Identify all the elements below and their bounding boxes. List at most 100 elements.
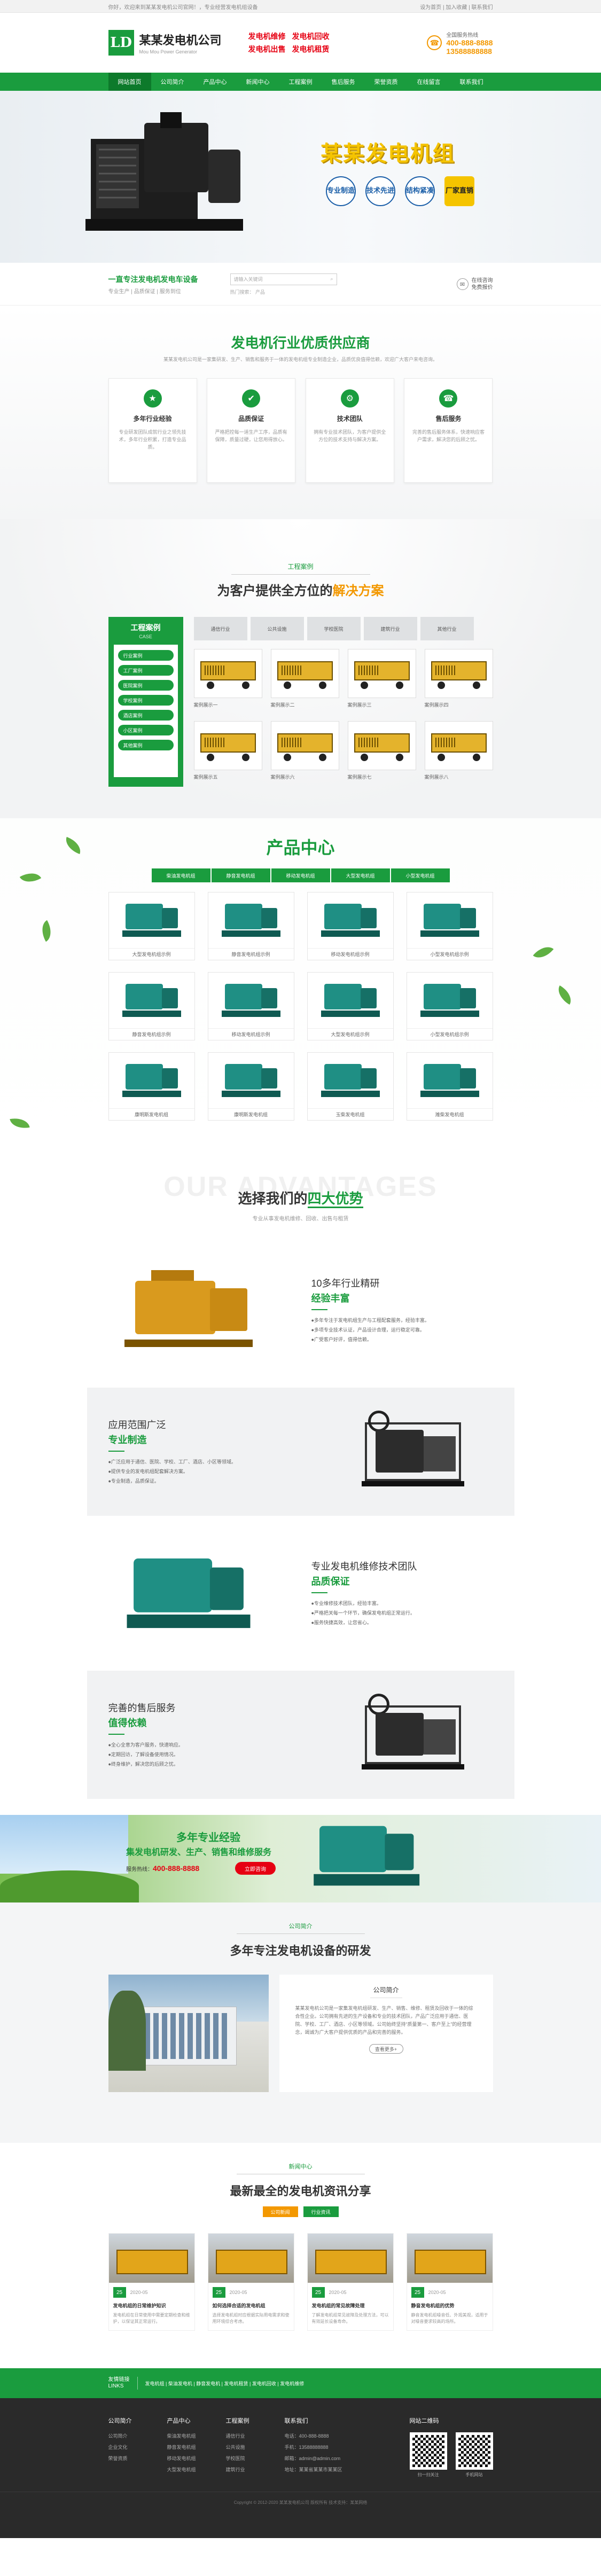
- case-item[interactable]: 案例展示八: [424, 721, 493, 780]
- product-card[interactable]: 小型发电机组示例: [406, 892, 493, 960]
- product-card[interactable]: 潍柴发电机组: [406, 1052, 493, 1121]
- product-name: 静音发电机组示例: [208, 948, 294, 960]
- nav-item[interactable]: 工程案例: [279, 73, 322, 91]
- nav-item[interactable]: 售后服务: [322, 73, 365, 91]
- product-card[interactable]: 小型发电机组示例: [406, 972, 493, 1040]
- logo[interactable]: LD: [108, 30, 134, 56]
- leaf-decoration: [533, 941, 554, 964]
- search-input[interactable]: 请输入关键词 ⌕: [230, 273, 337, 285]
- news-desc: 发电机组在日常使用中需要定期检查和维护，以保证其正常运行。: [113, 2313, 190, 2324]
- case-item[interactable]: 案例展示三: [347, 649, 416, 708]
- footer-link[interactable]: 公共设施: [226, 2444, 285, 2450]
- case-item[interactable]: 案例展示一: [193, 649, 262, 708]
- search-icon[interactable]: ⌕: [330, 276, 333, 282]
- nav-item[interactable]: 新闻中心: [237, 73, 279, 91]
- case-tab[interactable]: 通信行业: [193, 617, 247, 640]
- news-card[interactable]: 25 2020-05 如何选择合适的发电机组 选择发电机组时应根据实际用电需求和使用环…: [207, 2233, 294, 2331]
- sidebar-item[interactable]: 其他案例: [118, 740, 174, 750]
- case-item[interactable]: 案例展示五: [193, 721, 262, 780]
- footer-link[interactable]: 通信行业: [226, 2432, 285, 2439]
- product-card[interactable]: 移动发电机组示例: [207, 972, 294, 1040]
- product-image: [407, 892, 493, 948]
- sidebar-item[interactable]: 工厂案例: [118, 665, 174, 676]
- nav-item[interactable]: 荣誉资质: [365, 73, 408, 91]
- promo-banner: 多年专业经验 集发电机研发、生产、销售和维修服务 服务热线：400-888-88…: [0, 1815, 601, 1902]
- product-tab[interactable]: 移动发电机组: [271, 868, 330, 882]
- search-strip: 一直专注发电机发电车设备 专业生产 | 品质保证 | 服务到位 请输入关键词 ⌕…: [0, 263, 601, 306]
- footer-link[interactable]: 柴油发电机组: [167, 2432, 226, 2439]
- case-item[interactable]: 案例展示四: [424, 649, 493, 708]
- case-image: [193, 649, 262, 698]
- footer-link[interactable]: 移动发电机组: [167, 2455, 226, 2462]
- hotline-label: 全国服务热线: [446, 32, 479, 38]
- footer-link[interactable]: 建筑行业: [226, 2466, 285, 2473]
- case-item[interactable]: 案例展示六: [270, 721, 339, 780]
- product-tab[interactable]: 大型发电机组: [331, 868, 390, 882]
- tab-industry-news[interactable]: 行业资讯: [303, 2206, 339, 2217]
- sidebar-item[interactable]: 学校案例: [118, 695, 174, 706]
- product-card[interactable]: 静音发电机组示例: [108, 972, 195, 1040]
- case-tab[interactable]: 建筑行业: [363, 617, 417, 640]
- products-section: 产品中心 柴油发电机组 静音发电机组 移动发电机组 大型发电机组 小型发电机组 大型发电…: [0, 818, 601, 1160]
- sidebar-item[interactable]: 医院案例: [118, 680, 174, 691]
- top-links[interactable]: 设为首页 | 加入收藏 | 联系我们: [420, 3, 493, 11]
- footer: 公司简介 公司简介 企业文化 荣誉资质 产品中心 柴油发电机组 静音发电机组 移动发电机组 大型…: [0, 2398, 601, 2538]
- case-caption: 案例展示七: [347, 774, 372, 780]
- sidebar-item[interactable]: 酒店案例: [118, 710, 174, 721]
- qr-code-icon: [409, 2432, 447, 2470]
- section-caption: 公司简介: [288, 1923, 313, 1930]
- footer-link[interactable]: 学校医院: [226, 2455, 285, 2462]
- product-image: [407, 973, 493, 1028]
- product-card[interactable]: 康明斯发电机组: [207, 1052, 294, 1121]
- divider: [108, 1451, 124, 1452]
- case-tab[interactable]: 其他行业: [420, 617, 474, 640]
- nav-item[interactable]: 联系我们: [450, 73, 493, 91]
- footer-link[interactable]: 大型发电机组: [167, 2466, 226, 2473]
- footer-link[interactable]: 荣誉资质: [108, 2455, 167, 2462]
- news-card[interactable]: 25 2020-05 发电机组的日常维护知识 发电机组在日常使用中需要定期检查和维护，…: [108, 2233, 195, 2331]
- qr-caption: 手机网站: [465, 2472, 483, 2477]
- advantage-block: 专业发电机维修技术团队 品质保证 ●专业维修技术团队，经验丰富。 ●严格把关每一…: [108, 1516, 493, 1671]
- nav-item[interactable]: 在线留言: [408, 73, 450, 91]
- product-tab[interactable]: 小型发电机组: [391, 868, 450, 882]
- news-card[interactable]: 25 2020-05 发电机组的常见故障处理 了解发电机组常见故障及处理方法，可以有效…: [307, 2233, 394, 2331]
- news-title: 发电机组的常见故障处理: [311, 2303, 365, 2308]
- main-nav: 网站首页 公司简介 产品中心 新闻中心 工程案例 售后服务 荣誉资质 在线留言 联系我们: [0, 73, 601, 91]
- nav-item[interactable]: 公司简介: [151, 73, 194, 91]
- hot-search[interactable]: 热门搜索： 产品: [230, 288, 337, 295]
- footer-link[interactable]: 公司简介: [108, 2432, 167, 2439]
- case-tab[interactable]: 学校医院: [307, 617, 361, 640]
- product-card[interactable]: 大型发电机组示例: [108, 892, 195, 960]
- sidebar-item[interactable]: 行业案例: [118, 650, 174, 661]
- news-card[interactable]: 25 2020-05 静音发电机组的优势 静音发电机组噪音低、外观美观，适用于对噪音要…: [406, 2233, 493, 2331]
- footer-link[interactable]: 静音发电机组: [167, 2444, 226, 2450]
- grass-decoration: [0, 1870, 139, 1902]
- product-card[interactable]: 玉柴发电机组: [307, 1052, 394, 1121]
- product-image: [208, 973, 294, 1028]
- online-service[interactable]: ✉ 在线咨询 免费报价: [456, 277, 493, 291]
- product-card[interactable]: 大型发电机组示例: [307, 972, 394, 1040]
- product-tab[interactable]: 柴油发电机组: [151, 868, 210, 882]
- product-card[interactable]: 静音发电机组示例: [207, 892, 294, 960]
- phone-icon: ☎: [427, 35, 442, 50]
- banner-badge: 技术先进: [365, 176, 395, 206]
- case-tab[interactable]: 公共设施: [250, 617, 304, 640]
- links-list[interactable]: 发电机组 | 柴油发电机 | 静音发电机 | 发电机租赁 | 发电机回收 | 发…: [145, 2380, 305, 2387]
- product-card[interactable]: 康明斯发电机组: [108, 1052, 195, 1121]
- product-card[interactable]: 移动发电机组示例: [307, 892, 394, 960]
- footer-link[interactable]: 企业文化: [108, 2444, 167, 2450]
- product-tab[interactable]: 静音发电机组: [211, 868, 270, 882]
- nav-item[interactable]: 产品中心: [194, 73, 237, 91]
- sidebar-item[interactable]: 小区案例: [118, 725, 174, 735]
- news-title: 静音发电机组的优势: [411, 2303, 455, 2308]
- advantage-point: ●终身维护，解决您的后顾之忧。: [108, 1761, 178, 1767]
- tab-company-news[interactable]: 公司新闻: [262, 2206, 298, 2217]
- nav-item[interactable]: 网站首页: [108, 73, 151, 91]
- more-button[interactable]: 查看更多+: [369, 2044, 403, 2054]
- product-image: [308, 892, 393, 948]
- case-item[interactable]: 案例展示七: [347, 721, 416, 780]
- case-image: [270, 721, 339, 770]
- news-desc: 了解发电机组常见故障及处理方法，可以有效延长设备寿命。: [311, 2313, 389, 2324]
- consult-button[interactable]: 立即咨询: [235, 1862, 276, 1875]
- case-item[interactable]: 案例展示二: [270, 649, 339, 708]
